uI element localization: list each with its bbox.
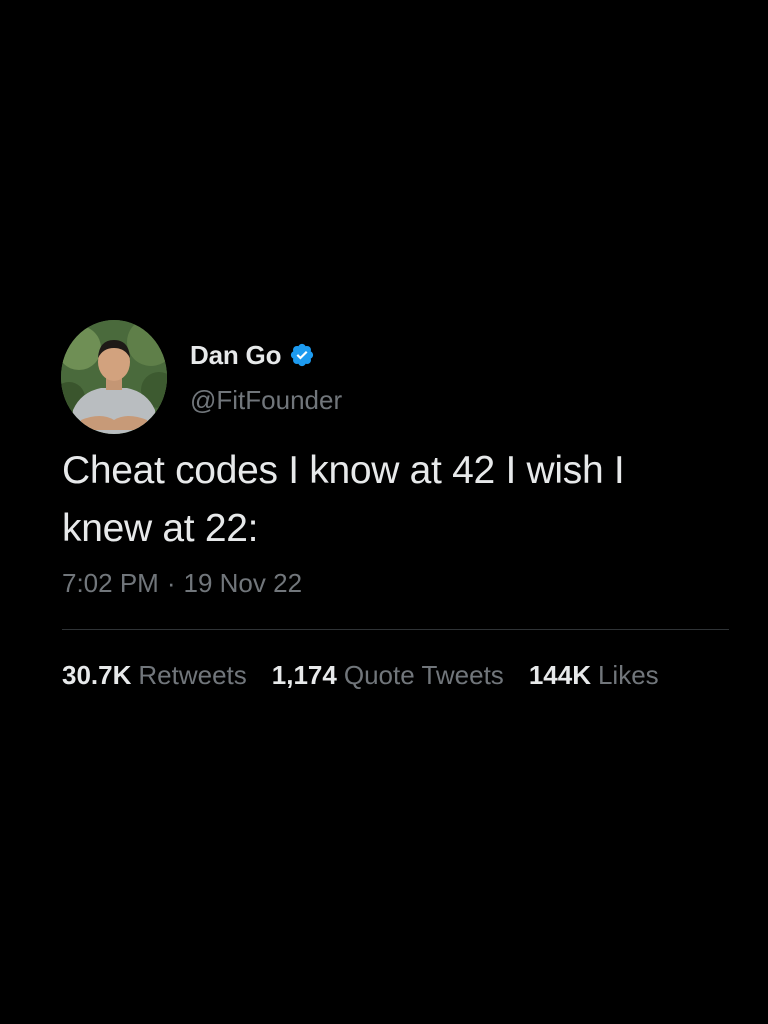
tweet-date: 19 Nov 22 bbox=[183, 568, 303, 598]
engagement-stats: 30.7K Retweets 1,174 Quote Tweets 144K L… bbox=[62, 660, 659, 691]
tweet-card: Dan Go @FitFounder Cheat codes I know at… bbox=[0, 0, 768, 1024]
tweet-timestamp[interactable]: 7:02 PM · 19 Nov 22 bbox=[62, 568, 302, 599]
quote-tweets-stat[interactable]: 1,174 Quote Tweets bbox=[272, 660, 504, 691]
tweet-time: 7:02 PM bbox=[62, 568, 159, 598]
retweets-stat[interactable]: 30.7K Retweets bbox=[62, 660, 247, 691]
avatar[interactable] bbox=[61, 320, 167, 434]
quote-tweets-count: 1,174 bbox=[271, 660, 337, 690]
likes-stat[interactable]: 144K Likes bbox=[529, 660, 659, 691]
author-name-row: Dan Go bbox=[190, 337, 315, 373]
quote-tweets-label: Quote Tweets bbox=[343, 660, 504, 690]
meta-separator: · bbox=[166, 568, 176, 598]
retweets-count: 30.7K bbox=[62, 660, 132, 690]
likes-label: Likes bbox=[597, 660, 659, 690]
author-name[interactable]: Dan Go bbox=[190, 340, 281, 371]
likes-count: 144K bbox=[528, 660, 591, 690]
tweet-text: Cheat codes I know at 42 I wish I knew a… bbox=[62, 449, 625, 550]
verified-badge-icon bbox=[289, 342, 315, 368]
avatar-photo bbox=[61, 320, 167, 434]
author-handle[interactable]: @FitFounder bbox=[190, 385, 342, 416]
retweets-label: Retweets bbox=[138, 660, 247, 690]
divider bbox=[62, 629, 729, 630]
